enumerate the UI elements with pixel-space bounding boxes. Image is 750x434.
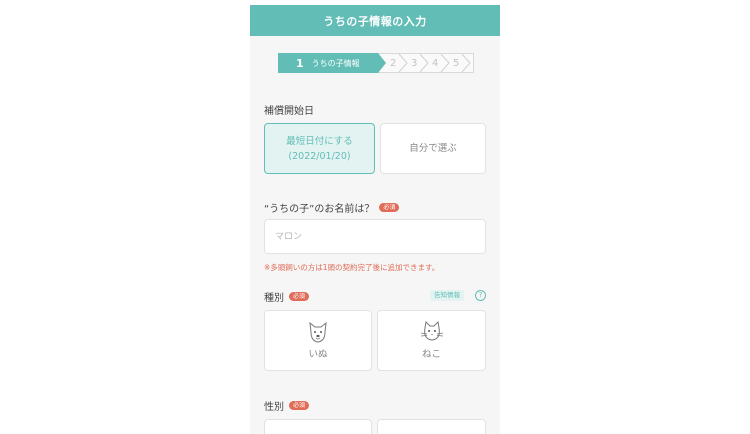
species-cat-label: ねこ [421, 349, 441, 360]
pet-name-input[interactable] [264, 219, 486, 254]
required-badge: 必須 [289, 292, 310, 301]
multi-pet-note: ※多頭飼いの方は1頭の契約完了後に追加できます。 [264, 263, 440, 272]
chevron-right-icon [419, 54, 429, 72]
species-dog-option[interactable]: いぬ [264, 310, 372, 371]
species-dog-label: いぬ [308, 349, 328, 360]
help-icon[interactable]: ? [475, 290, 486, 301]
step-4: 4 [432, 57, 439, 69]
required-badge: 必須 [289, 401, 310, 410]
dog-icon [309, 321, 327, 343]
species-label: 種別 必須 [264, 289, 310, 304]
chevron-right-icon [440, 54, 450, 72]
mobile-form-panel: うちの子情報の入力 1 うちの子情報 2 3 4 5 補償開始日 最短日付にする… [250, 5, 500, 434]
chevron-right-icon [398, 54, 408, 72]
step-3: 3 [411, 57, 418, 69]
disclosure-badge: 告知情報 [430, 290, 464, 301]
required-badge: 必須 [379, 203, 400, 212]
coverage-start-custom-option[interactable]: 自分で選ぶ [380, 123, 486, 174]
step-5: 5 [453, 57, 460, 69]
page-header: うちの子情報の入力 [250, 5, 500, 36]
sex-option-2[interactable] [377, 419, 486, 434]
step-1-number: 1 [296, 56, 304, 70]
cat-icon [420, 320, 443, 341]
species-cat-option[interactable]: ねこ [377, 310, 486, 371]
chevron-right-icon [461, 54, 471, 72]
step-2: 2 [390, 57, 397, 69]
step-1-active: 1 うちの子情報 [278, 53, 386, 73]
coverage-start-earliest-option[interactable]: 最短日付にする (2022/01/20) [264, 123, 375, 174]
page-title: うちの子情報の入力 [323, 14, 427, 28]
coverage-start-label: 補償開始日 [264, 106, 314, 117]
step-1-label: うちの子情報 [311, 58, 360, 68]
sex-option-1[interactable] [264, 419, 372, 434]
step-indicator: 1 うちの子情報 2 3 4 5 [278, 53, 474, 73]
sex-label: 性別 必須 [264, 398, 310, 413]
pet-name-label: “うちの子”のお名前は？ 必須 [264, 200, 400, 215]
